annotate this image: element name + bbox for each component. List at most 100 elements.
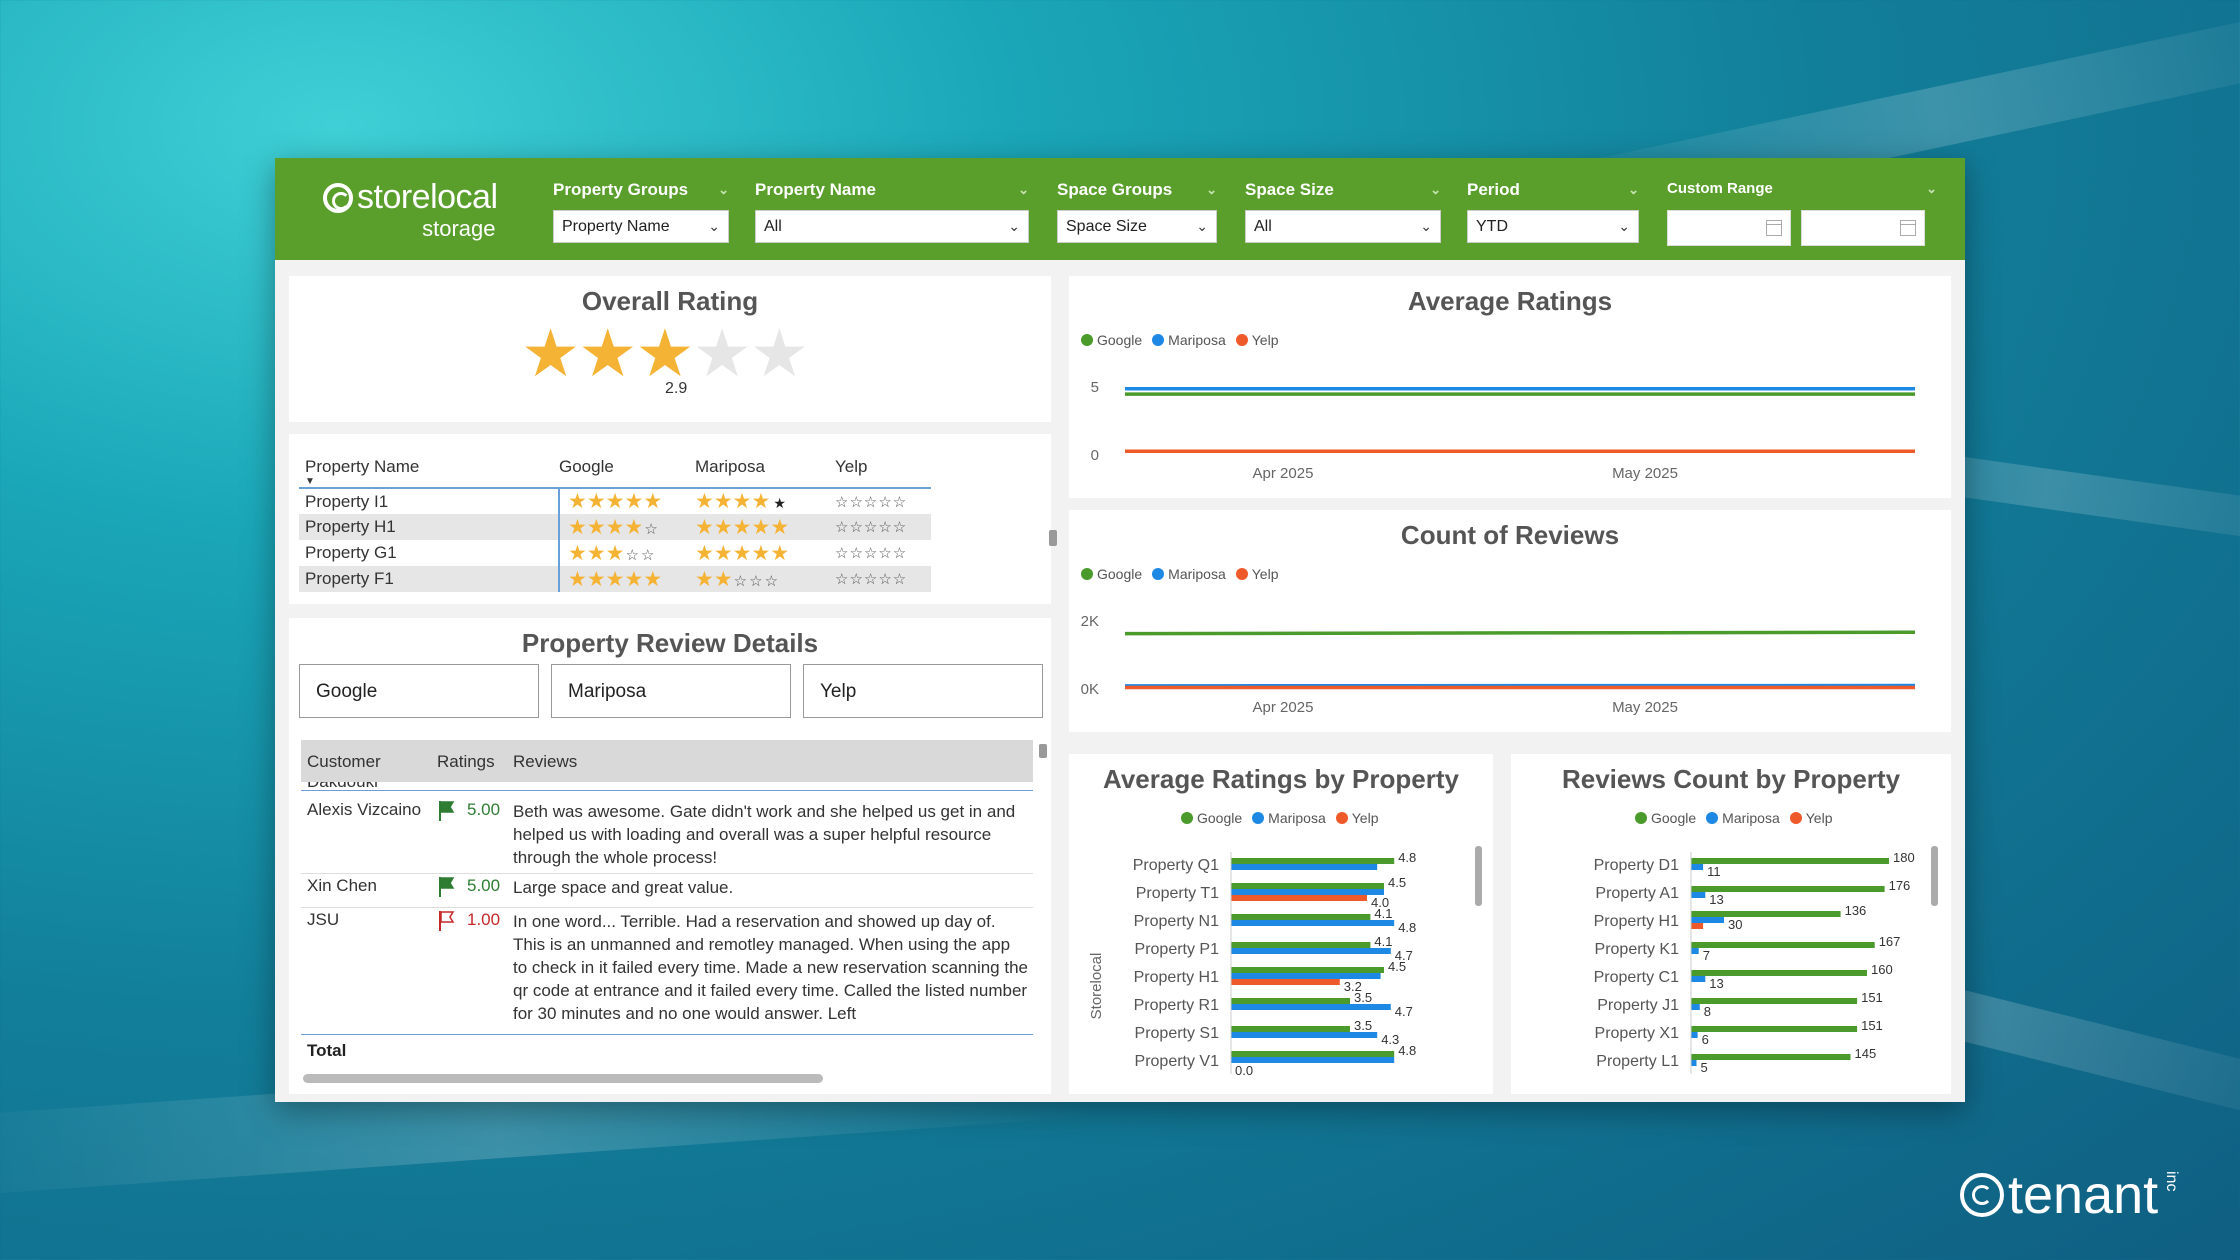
col-header-ratings[interactable]: Ratings [437, 752, 495, 772]
space-groups-slicer[interactable]: Space Groups ⌄ Space Size ⌄ [1057, 180, 1217, 243]
bar-google [1231, 1051, 1395, 1057]
average-ratings-card: Average Ratings Google Mariposa Yelp 50A… [1069, 276, 1951, 498]
data-label: 180 [1893, 850, 1915, 865]
period-dropdown[interactable]: YTD ⌄ [1467, 210, 1639, 243]
chevron-down-icon[interactable]: ⌄ [1206, 182, 1217, 198]
calendar-icon[interactable] [1766, 220, 1782, 236]
period-slicer[interactable]: Period ⌄ YTD ⌄ [1467, 180, 1639, 243]
category-label: Property A1 [1595, 885, 1679, 902]
reviews-count-by-property-card: Reviews Count by Property Google Maripos… [1511, 754, 1951, 1094]
chevron-down-icon[interactable]: ⌄ [1926, 181, 1937, 197]
sort-desc-icon[interactable]: ▼ [305, 476, 315, 487]
reviews-vertical-scrollbar[interactable] [1039, 744, 1047, 758]
star-filled-icon: ★ [751, 490, 771, 513]
storelocal-logo: storelocal storage [323, 178, 498, 241]
property-groups-dropdown[interactable]: Property Name ⌄ [553, 210, 729, 243]
calendar-icon[interactable] [1900, 220, 1916, 236]
bar-mariposa [1691, 1060, 1697, 1066]
chevron-down-icon[interactable]: ⌄ [1018, 182, 1029, 198]
tab-yelp[interactable]: Yelp [803, 664, 1043, 718]
star-filled-icon: ★ [643, 490, 663, 513]
chevron-down-icon[interactable]: ⌄ [718, 182, 729, 198]
reviews-table-header: Customer Ratings Reviews [301, 740, 1033, 782]
table-row[interactable]: Property G1 ★★★☆ ☆ ★★★★★ ☆☆☆☆☆ [299, 540, 931, 566]
data-label: 145 [1855, 1046, 1877, 1061]
star-filled-icon: ★ [605, 541, 625, 565]
col-header-google[interactable]: Google [559, 446, 695, 488]
chart-scrollbar[interactable] [1475, 846, 1482, 906]
category-label: Property N1 [1134, 913, 1219, 930]
bar-yelp [1691, 923, 1704, 929]
col-header-mariposa[interactable]: Mariposa [695, 446, 835, 488]
y-axis-label: Storelocal [1088, 953, 1105, 1020]
data-label: 151 [1861, 990, 1883, 1005]
star-filled-icon: ★ [586, 515, 606, 539]
bar-yelp [1231, 979, 1340, 985]
space-size-dropdown[interactable]: All ⌄ [1245, 210, 1441, 243]
chevron-down-icon: ⌄ [708, 218, 720, 234]
star-filled-icon: ★ [770, 541, 790, 565]
customer-name: JSU [307, 910, 340, 929]
col-header-customer[interactable]: Customer [307, 752, 381, 772]
reviews-horizontal-scrollbar[interactable] [303, 1074, 823, 1083]
col-header-yelp[interactable]: Yelp [835, 446, 931, 488]
star-empty-icon: ☆☆☆☆☆ [835, 493, 908, 511]
bar-google [1691, 911, 1841, 917]
star-filled-icon: ★ [568, 541, 587, 565]
count-of-reviews-card: Count of Reviews Google Mariposa Yelp 2K… [1069, 510, 1951, 732]
x-tick-label: May 2025 [1612, 465, 1678, 482]
property-name-slicer[interactable]: Property Name ⌄ All ⌄ [755, 180, 1029, 243]
flag-positive-icon [437, 876, 455, 903]
bar-google [1231, 914, 1371, 920]
bar-mariposa [1231, 1057, 1395, 1063]
property-name-cell: Property I1 [299, 488, 560, 514]
x-tick-label: May 2025 [1612, 699, 1678, 716]
data-label: 13 [1709, 976, 1723, 991]
table-row[interactable]: Property F1 ★★★★★ ★★☆ ☆ ☆ ☆☆☆☆☆ [299, 566, 931, 592]
star-filled-icon: ★ [605, 490, 625, 513]
star-filled-icon: ★ [643, 567, 663, 591]
space-groups-dropdown[interactable]: Space Size ⌄ [1057, 210, 1217, 243]
tab-mariposa[interactable]: Mariposa [551, 664, 791, 718]
table-scrollbar[interactable] [1049, 530, 1057, 546]
chevron-down-icon: ⌄ [1196, 218, 1208, 234]
bar-mariposa [1231, 1032, 1378, 1038]
bar-mariposa [1231, 864, 1378, 870]
table-row[interactable]: Property I1 ★★★★★ ★★★★ ★ ☆☆☆☆☆ [299, 488, 931, 514]
col-header-reviews[interactable]: Reviews [513, 752, 577, 772]
col-header-property-name[interactable]: Property Name ▼ [299, 446, 559, 488]
end-date-input[interactable] [1801, 210, 1925, 246]
series-line-google [1124, 630, 1916, 636]
chevron-down-icon: ⌄ [1618, 218, 1630, 234]
chevron-down-icon[interactable]: ⌄ [1430, 182, 1441, 198]
review-row[interactable]: Alexis Vizcaino 5.00 Beth was awesome. Gat… [301, 800, 1033, 874]
bar-google [1231, 967, 1384, 973]
chevron-down-icon[interactable]: ⌄ [1628, 182, 1639, 198]
data-label: 11 [1707, 864, 1721, 879]
chevron-down-icon: ⌄ [1420, 218, 1432, 234]
property-groups-slicer[interactable]: Property Groups ⌄ Property Name ⌄ [553, 180, 729, 243]
star-filled-icon: ★ [605, 515, 625, 539]
data-label: 3.5 [1354, 990, 1372, 1005]
star-rating-cell: ☆☆☆☆☆ [835, 540, 931, 566]
property-name-dropdown[interactable]: All ⌄ [755, 210, 1029, 243]
star-filled-icon: ★ [624, 490, 644, 513]
category-label: Property Q1 [1133, 857, 1219, 874]
overall-star-rating: ★★★★★ [521, 320, 809, 386]
slicer-value: Space Size [1066, 217, 1147, 235]
data-label: 4.8 [1398, 1043, 1416, 1058]
chart-scrollbar[interactable] [1931, 846, 1938, 906]
tab-google[interactable]: Google [299, 664, 539, 718]
star-filled-icon: ★ [770, 515, 790, 539]
space-size-slicer[interactable]: Space Size ⌄ All ⌄ [1245, 180, 1441, 243]
start-date-input[interactable] [1667, 210, 1791, 246]
avg-by-property-bar-chart: Property Q1 4.8Property T14.54.0Property … [1088, 850, 1416, 1078]
review-row[interactable]: JSU 1.00 In one word... Terrible. Had a re… [301, 910, 1033, 1040]
bar-mariposa [1231, 1004, 1391, 1010]
review-row[interactable]: Xin Chen 5.00 Large space and great value. [301, 876, 1033, 908]
slicer-value: YTD [1476, 217, 1508, 235]
table-row[interactable]: Property H1 ★★★★☆ ★★★★★ ☆☆☆☆☆ [299, 514, 931, 540]
slicer-label: Space Size [1245, 180, 1334, 199]
star-rating-cell: ★★★★★ [559, 566, 695, 592]
bar-mariposa [1691, 1004, 1700, 1010]
